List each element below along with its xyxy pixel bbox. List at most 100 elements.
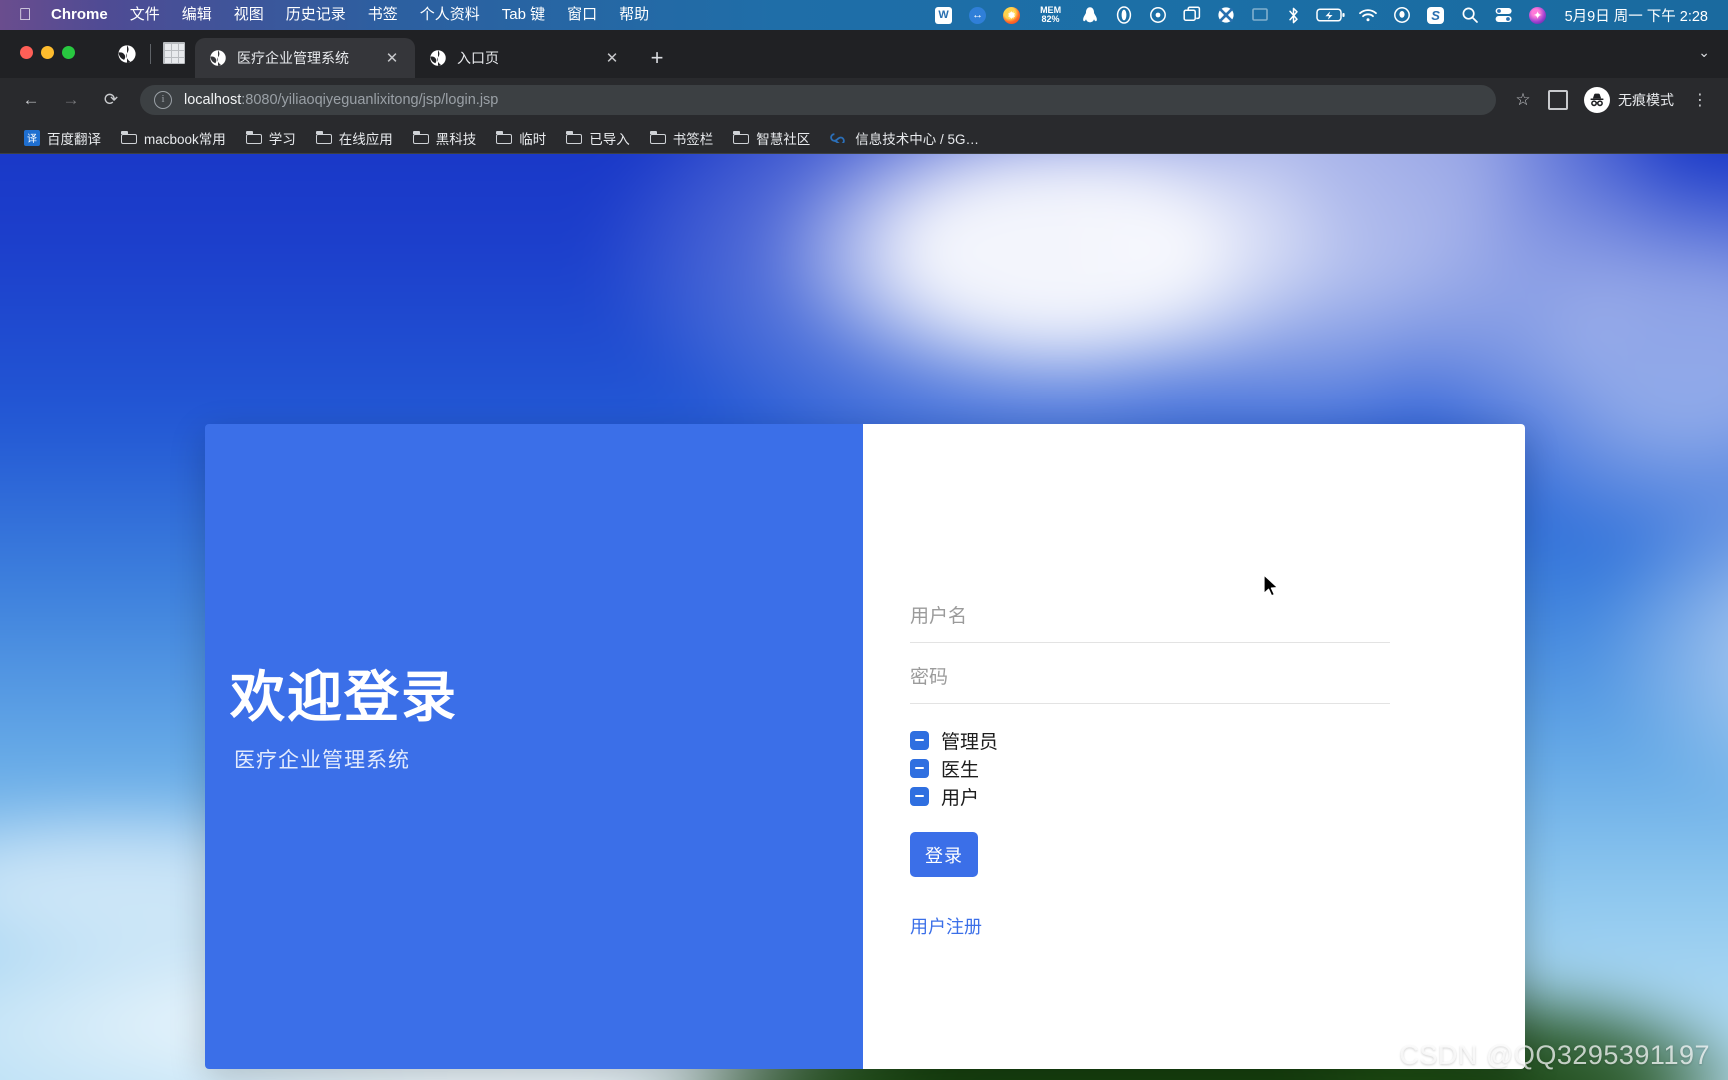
toggles-icon[interactable]: [1487, 0, 1521, 30]
incognito-avatar-icon: [1584, 87, 1610, 113]
login-button[interactable]: 登录: [910, 832, 978, 877]
bookmark-label: 学习: [268, 131, 296, 147]
close-window-button[interactable]: [20, 46, 33, 59]
role-option-admin[interactable]: 管理员: [910, 726, 1390, 754]
spotlight-search-icon[interactable]: [1453, 0, 1487, 30]
chrome-menu-button[interactable]: ⋮: [1686, 90, 1714, 110]
bookmark-folder-smart-community[interactable]: 智慧社区: [723, 125, 820, 151]
volume-icon-glyph: [1116, 6, 1131, 24]
menu-bar-status-icons: W ↔ ✹ MEM 82% S ✦ 5月9日 周一 下午 2:28: [927, 0, 1718, 30]
folder-icon: [649, 131, 666, 144]
menu-item-bookmarks[interactable]: 书签: [357, 0, 409, 30]
wifi-icon[interactable]: [1351, 0, 1385, 30]
memory-monitor-icon[interactable]: MEM 82%: [1029, 0, 1073, 30]
menu-item-chrome[interactable]: Chrome: [40, 0, 119, 30]
bluetooth-icon-glyph: [1289, 7, 1298, 23]
incognito-window-icon: [110, 30, 144, 78]
bookmark-folder-temp[interactable]: 临时: [486, 125, 556, 151]
tab-strip-inner: 医疗企业管理系统 ✕ 入口页 ✕ +: [0, 30, 1728, 78]
menu-bar-clock[interactable]: 5月9日 周一 下午 2:28: [1555, 5, 1714, 26]
bookmark-label: 百度翻译: [47, 131, 101, 147]
bookmark-star-icon[interactable]: ☆: [1506, 90, 1540, 110]
tab-strip: 医疗企业管理系统 ✕ 入口页 ✕ + ⌄: [0, 30, 1728, 78]
bookmark-folder-online-apps[interactable]: 在线应用: [306, 125, 403, 151]
timemachine-icon[interactable]: [1141, 0, 1175, 30]
display-icon-glyph: [1251, 8, 1268, 21]
role-option-user[interactable]: 用户: [910, 782, 1390, 810]
qq-penguin-icon[interactable]: [1073, 0, 1107, 30]
tab-close-button[interactable]: ✕: [601, 47, 623, 69]
incognito-hat-glasses-glyph: [1590, 93, 1604, 107]
bookmarks-bar: 译 百度翻译 macbook常用 学习 在线应用 黑科技 临时 已导入 书签栏 …: [0, 122, 1728, 154]
scissors-snip-icon[interactable]: [1209, 0, 1243, 30]
bookmark-label: 在线应用: [338, 131, 393, 147]
infinity-favicon: [830, 130, 848, 146]
bookmark-folder-study[interactable]: 学习: [236, 125, 306, 151]
bookmark-label: 智慧社区: [756, 131, 811, 147]
maximize-window-button[interactable]: [62, 46, 75, 59]
clash-icon[interactable]: ✹: [995, 0, 1029, 30]
apple-logo-icon[interactable]: : [10, 6, 40, 25]
volume-icon[interactable]: [1107, 0, 1141, 30]
bookmark-folder-imported[interactable]: 已导入: [556, 125, 640, 151]
siri-icon[interactable]: ✦: [1521, 0, 1555, 30]
control-center-icon[interactable]: [1385, 0, 1419, 30]
globe-icon: [209, 49, 227, 67]
reload-button[interactable]: ⟳: [94, 83, 128, 117]
globe-icon: [429, 49, 447, 67]
password-input[interactable]: [910, 665, 1390, 691]
bookmark-folder-macbook[interactable]: macbook常用: [111, 125, 236, 151]
forward-button[interactable]: →: [54, 83, 88, 117]
bookmark-folder-blacktech[interactable]: 黑科技: [403, 125, 487, 151]
login-form: 管理员 医生 用户 登录 用户注册: [910, 594, 1390, 939]
role-label: 管理员: [941, 731, 999, 753]
bookmark-label: macbook常用: [144, 131, 226, 147]
battery-charging-glyph: [1315, 8, 1345, 22]
display-icon[interactable]: [1243, 0, 1277, 30]
side-panel-icon[interactable]: [1548, 90, 1568, 110]
bookmark-label: 临时: [519, 131, 547, 147]
siri-icon-glyph: ✦: [1529, 6, 1547, 24]
new-tab-button[interactable]: +: [643, 44, 671, 72]
bookmark-baidu-translate[interactable]: 译 百度翻译: [14, 125, 111, 151]
bookmark-folder-bookmarkbar[interactable]: 书签栏: [640, 125, 724, 151]
window-manager-icon[interactable]: [1175, 0, 1209, 30]
window-manager-glyph: [1183, 6, 1200, 21]
chevron-down-icon[interactable]: ⌄: [1698, 44, 1710, 61]
tab-search-grid-icon[interactable]: [163, 42, 185, 64]
checkbox-doctor[interactable]: [910, 758, 929, 778]
username-input[interactable]: [910, 604, 1390, 630]
menu-item-edit[interactable]: 编辑: [171, 0, 223, 30]
menu-item-history[interactable]: 历史记录: [275, 0, 357, 30]
address-bar[interactable]: i localhost :8080/yiliaoqiyeguanlixitong…: [140, 85, 1496, 115]
bluetooth-icon[interactable]: [1277, 0, 1311, 30]
menu-item-window[interactable]: 窗口: [556, 0, 608, 30]
menu-item-help[interactable]: 帮助: [608, 0, 660, 30]
role-label: 医生: [941, 759, 980, 781]
bookmark-it-center[interactable]: 信息技术中心 / 5G…: [820, 125, 989, 151]
tab-inactive[interactable]: 入口页 ✕: [415, 38, 635, 78]
sogou-input-icon[interactable]: S: [1419, 0, 1453, 30]
minimize-window-button[interactable]: [41, 46, 54, 59]
timemachine-icon-glyph: [1149, 7, 1166, 23]
password-field[interactable]: [910, 655, 1390, 704]
tab-close-button[interactable]: ✕: [381, 47, 403, 69]
menu-item-view[interactable]: 视图: [223, 0, 275, 30]
register-link[interactable]: 用户注册: [910, 913, 982, 939]
battery-charging-icon[interactable]: [1311, 0, 1351, 30]
site-info-icon[interactable]: i: [154, 91, 172, 109]
back-button[interactable]: ←: [14, 83, 48, 117]
menu-item-profiles[interactable]: 个人资料: [409, 0, 491, 30]
role-option-doctor[interactable]: 医生: [910, 754, 1390, 782]
airdrop-arrows-icon[interactable]: ↔: [961, 0, 995, 30]
menu-item-file[interactable]: 文件: [119, 0, 171, 30]
tab-active[interactable]: 医疗企业管理系统 ✕: [195, 38, 415, 78]
checkbox-user[interactable]: [910, 786, 929, 806]
checkbox-admin[interactable]: [910, 730, 929, 750]
username-field[interactable]: [910, 594, 1390, 643]
incognito-mode-indicator[interactable]: 无痕模式: [1580, 85, 1686, 115]
page-subtitle: 医疗企业管理系统: [234, 748, 410, 772]
wps-icon[interactable]: W: [927, 0, 961, 30]
menu-item-tab[interactable]: Tab 键: [491, 0, 556, 30]
tab-title: 入口页: [457, 50, 499, 66]
